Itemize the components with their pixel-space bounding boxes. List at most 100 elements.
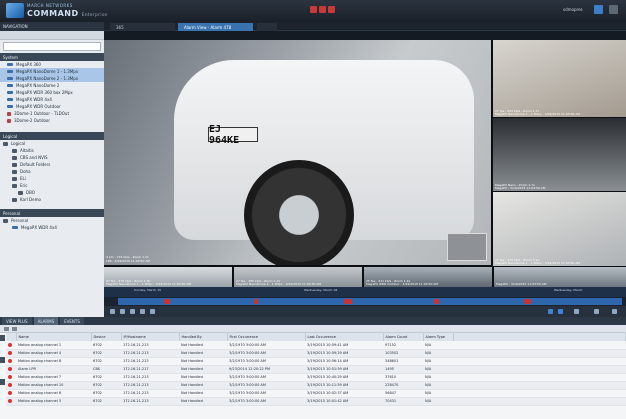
camera-tile[interactable]: 27 fps - 365 kb/s - Zoom 1.2x MegaPX Nano… (234, 267, 362, 287)
clear-icon[interactable] (0, 357, 5, 363)
system-item[interactable]: MegaPX NanoDome 2 (0, 82, 104, 89)
system-item[interactable]: 3Dome-2 Outdoor (0, 117, 104, 124)
camera-tile[interactable]: 27 fps - 953 kb/s - Zoom 1.7x MegaPX Nano… (493, 40, 626, 117)
tab-new[interactable] (257, 23, 277, 31)
alarm-filter-bar (0, 325, 626, 333)
system-item[interactable]: MegaPX WDR 360 box 2Mpx (0, 89, 104, 96)
system-item[interactable]: MegaPX 360 (0, 61, 104, 68)
tab-alarm-view[interactable]: Alarm View - Alarm 478 (178, 23, 253, 31)
personal-section[interactable]: Personal (0, 209, 104, 217)
table-row[interactable]: Alarm LPR CBS 172.16.21.217 Not Handled 9/23… (6, 365, 626, 374)
personal-root[interactable]: Personal (0, 217, 104, 224)
recording-marker[interactable] (434, 299, 439, 304)
logical-item[interactable]: Karl Demo (0, 196, 104, 203)
step-icon[interactable] (140, 309, 145, 314)
col-device[interactable]: Device (91, 333, 122, 341)
main-camera-view[interactable]: EJ 964KE 4 pm - 715 kb/s - Zoom 1.7x LPR … (104, 40, 491, 265)
system-item[interactable]: MegaPX WDR Outdoor (0, 103, 104, 110)
personal-root-label: Personal (11, 218, 29, 223)
col-handled[interactable]: Handled By (179, 333, 228, 341)
table-cell: 3/2/1970 3:00:00 AM (227, 341, 305, 350)
camera-caption: 27 fps - 475 kb/s - Zoom 3.1x MegaPX Nano… (495, 259, 580, 265)
grid-toolbar[interactable] (104, 31, 626, 40)
logical-root[interactable]: Logical (0, 140, 104, 147)
personal-item[interactable]: MegaPX WDR 4x4 (0, 224, 104, 231)
table-row[interactable]: Motion analog channel 3 6702 172.16.21.213… (6, 397, 626, 406)
col-first[interactable]: First Occurrence (227, 333, 306, 341)
forward-icon[interactable] (130, 309, 135, 314)
table-row[interactable]: Motion analog channel 10 6702 172.16.21.21… (6, 381, 626, 390)
menu-icon[interactable] (609, 5, 618, 14)
audio-icon[interactable] (612, 309, 617, 314)
table-cell-filler (453, 389, 626, 398)
settings-icon[interactable] (594, 5, 603, 14)
refresh-icon[interactable] (12, 326, 17, 331)
layout-icon[interactable] (548, 309, 553, 314)
table-row[interactable]: Motion analog channel 8 6702 172.16.21.213… (6, 357, 626, 366)
camera-caption: MegaPX Nano - Zoom 1.7x MegaPX - 3/19/201… (495, 184, 545, 190)
col-count[interactable]: Alarm Count (383, 333, 424, 341)
table-row[interactable]: Motion analog channel 6 6702 172.16.21.213… (6, 389, 626, 398)
username[interactable]: sdmopres (563, 7, 583, 12)
tab-events[interactable]: EVENTS (60, 317, 84, 325)
logical-item-label: Eric (20, 183, 28, 188)
acknowledge-icon[interactable] (0, 335, 5, 341)
timeline[interactable]: Sunday, March 15 Wednesday, March 18 Wed… (104, 287, 626, 317)
logical-item[interactable]: Default Folders (0, 161, 104, 168)
recording-marker[interactable] (344, 299, 352, 304)
system-item[interactable]: MegaPX NanoDome 1 - 1.3Mpx (0, 68, 104, 75)
filter-icon[interactable] (4, 326, 9, 331)
alert-flags[interactable] (310, 6, 335, 13)
system-item-label: 3Dome-1 Outdoor - TLDOut (14, 111, 70, 116)
camera-tile[interactable]: MegaPX - 3/19/2015 11:03:50 AM (494, 267, 626, 287)
table-cell: Motion analog channel 6 (16, 389, 91, 398)
logical-item[interactable]: Doha (0, 168, 104, 175)
play-icon[interactable] (110, 309, 115, 314)
export-icon[interactable] (150, 309, 155, 314)
system-section[interactable]: System (0, 53, 104, 61)
recording-marker[interactable] (524, 299, 531, 304)
tab-camera[interactable]: 365 (110, 23, 175, 31)
table-row[interactable]: Motion analog channel 4 6702 172.16.21.213… (6, 349, 626, 358)
rewind-icon[interactable] (120, 309, 125, 314)
camera-tile[interactable]: 25 fps - 311 kb/s - Zoom 1.2x MegaPX WDR … (364, 267, 492, 287)
system-item[interactable]: MegaPX WDR 4x4 (0, 96, 104, 103)
col-type[interactable]: Alarm Type (423, 333, 454, 341)
camera-tile[interactable]: 27 fps - 475 kb/s - Zoom 1.3x MegaPX Nano… (104, 267, 232, 287)
system-item[interactable]: 3Dome-1 Outdoor - TLDOut (0, 110, 104, 117)
nav-search-input[interactable] (3, 42, 101, 51)
system-item[interactable]: MegaPX NanoDome 2 - 1.3Mpx (0, 75, 104, 82)
flag-icon[interactable] (319, 6, 326, 13)
logical-section[interactable]: Logical (0, 132, 104, 140)
col-ip[interactable]: IP/Hostname (121, 333, 180, 341)
logical-item[interactable]: CBS and NVIS (0, 154, 104, 161)
tab-alarms[interactable]: ALARMS (33, 317, 59, 325)
logical-item[interactable]: Eric (0, 182, 104, 189)
logical-item[interactable]: ELi (0, 175, 104, 182)
nav-toolbar[interactable] (0, 31, 104, 40)
camera-tile[interactable]: 27 fps - 475 kb/s - Zoom 3.1x MegaPX Nano… (493, 192, 626, 266)
tab-view-plus[interactable]: VIEW PLUS (2, 317, 32, 325)
system-item-label: MegaPX WDR 360 box 2Mpx (16, 90, 73, 95)
timeline-track[interactable] (118, 298, 622, 305)
logical-item[interactable]: Altaitis (0, 147, 104, 154)
flag-icon[interactable] (310, 6, 317, 13)
logical-item-label: DBO (26, 190, 35, 195)
recording-marker[interactable] (254, 299, 258, 304)
fullscreen-icon[interactable] (594, 309, 599, 314)
snapshot-icon[interactable] (574, 309, 579, 314)
row-icon-cell (6, 341, 16, 350)
recording-marker[interactable] (164, 299, 170, 304)
col-last[interactable]: Last Occurrence (305, 333, 384, 341)
table-row[interactable]: Motion analog channel 1 6702 172.16.21.213… (6, 341, 626, 350)
flag-icon[interactable] (328, 6, 335, 13)
zoom-minimap[interactable] (447, 233, 487, 261)
alarm-table: Name Device IP/Hostname Handled By First… (6, 333, 626, 406)
logical-item[interactable]: DBO (0, 189, 104, 196)
col-name[interactable]: Name (16, 333, 92, 341)
table-row[interactable]: Motion analog channel 7 6702 172.16.21.213… (6, 373, 626, 382)
pin-icon[interactable] (0, 379, 5, 385)
camera-tile[interactable]: MegaPX Nano - Zoom 1.7x MegaPX - 3/19/201… (493, 118, 626, 191)
grid-icon[interactable] (558, 309, 563, 314)
row-icon-cell (6, 365, 16, 374)
